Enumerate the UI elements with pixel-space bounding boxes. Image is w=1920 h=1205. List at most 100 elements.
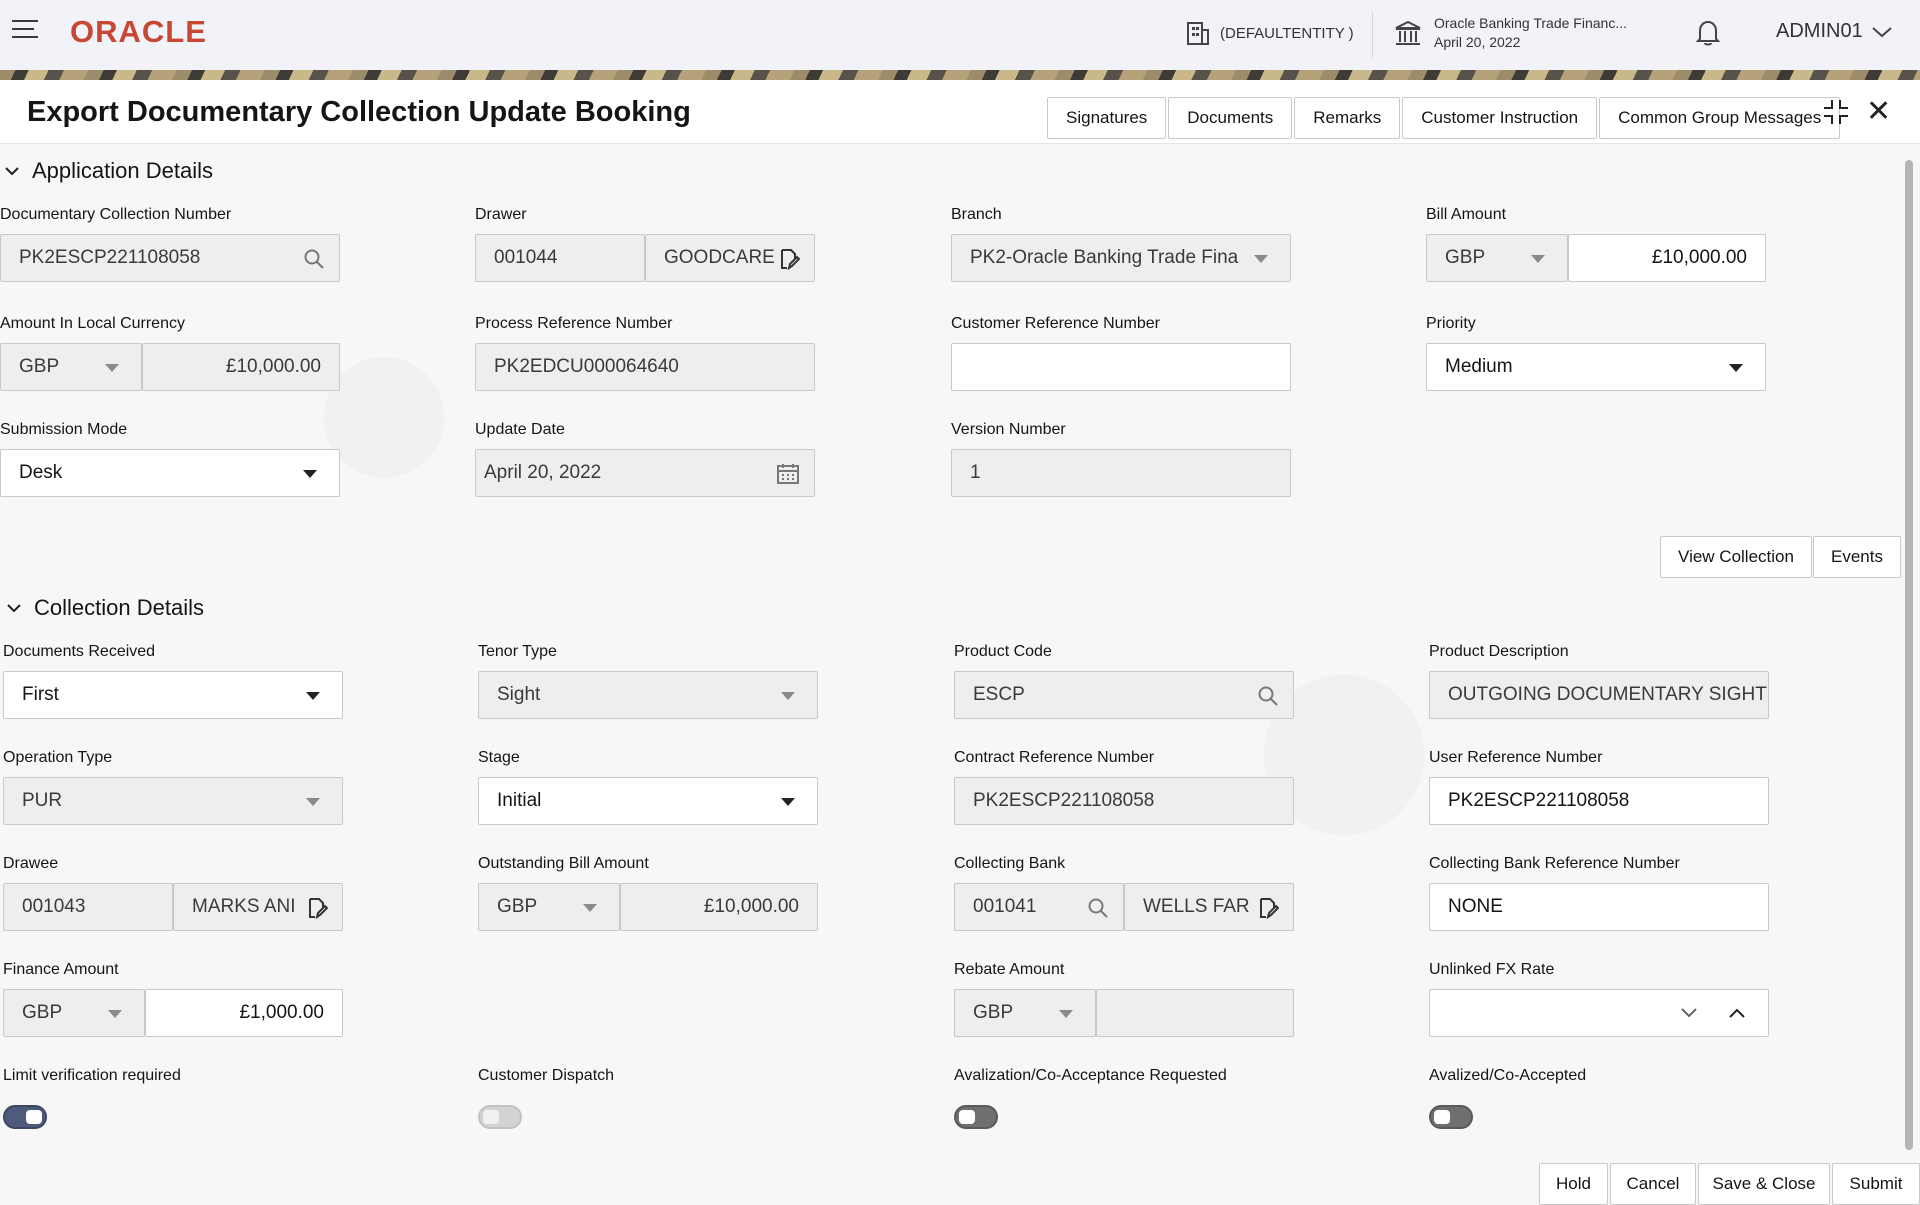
avalized-toggle[interactable]: [1429, 1105, 1473, 1129]
submit-button[interactable]: Submit: [1832, 1163, 1920, 1205]
drawee-name-input[interactable]: MARKS ANI: [173, 883, 343, 931]
events-button[interactable]: Events: [1813, 536, 1901, 578]
product-description-input[interactable]: OUTGOING DOCUMENTARY SIGHT: [1429, 671, 1769, 719]
save-close-button[interactable]: Save & Close: [1698, 1163, 1830, 1205]
label-avalization-requested: Avalization/Co-Acceptance Requested: [954, 1067, 1227, 1084]
rebate-amount-input[interactable]: [1096, 989, 1294, 1037]
amount-local-currency-select[interactable]: GBP: [0, 343, 142, 391]
update-date-input[interactable]: April 20, 2022: [475, 449, 815, 497]
process-ref-value: PK2EDCU000064640: [494, 356, 679, 377]
label-tenor-type: Tenor Type: [478, 643, 557, 660]
entity-selector[interactable]: (DEFAULTENTITY ): [1186, 20, 1354, 46]
page-title: Export Documentary Collection Update Boo…: [27, 96, 691, 128]
submission-mode-select[interactable]: Desk: [0, 449, 340, 497]
customer-ref-input[interactable]: [951, 343, 1291, 391]
tab-documents[interactable]: Documents: [1168, 97, 1293, 139]
bill-amount-currency-select[interactable]: GBP: [1426, 234, 1568, 282]
drawer-name-value: GOODCARE: [664, 247, 775, 268]
stage-select[interactable]: Initial: [478, 777, 818, 825]
collecting-bank-id-input[interactable]: 001041: [954, 883, 1124, 931]
label-outstanding-bill: Outstanding Bill Amount: [478, 855, 649, 872]
cancel-button[interactable]: Cancel: [1610, 1163, 1696, 1205]
label-branch: Branch: [951, 206, 1002, 223]
contract-ref-input[interactable]: PK2ESCP221108058: [954, 777, 1294, 825]
hold-button[interactable]: Hold: [1539, 1163, 1608, 1205]
bank-selector[interactable]: Oracle Banking Trade Financ... April 20,…: [1394, 14, 1627, 52]
chevron-down-icon[interactable]: [1680, 1006, 1698, 1020]
chevron-down-icon: [1872, 26, 1892, 37]
drawee-id-input[interactable]: 001043: [3, 883, 173, 931]
drawer-name-input[interactable]: GOODCARE: [645, 234, 815, 282]
application-details-header[interactable]: Application Details: [4, 158, 213, 184]
branch-select[interactable]: PK2-Oracle Banking Trade Fina: [951, 234, 1291, 282]
outstanding-bill-input[interactable]: £10,000.00: [620, 883, 818, 931]
bell-icon[interactable]: [1695, 19, 1721, 52]
search-icon[interactable]: [1257, 685, 1279, 707]
contract-ref-value: PK2ESCP221108058: [973, 790, 1155, 811]
search-icon[interactable]: [1087, 897, 1109, 919]
entity-label: (DEFAULTENTITY ): [1220, 24, 1354, 42]
priority-select[interactable]: Medium: [1426, 343, 1766, 391]
label-product-description: Product Description: [1429, 643, 1569, 660]
documents-received-select[interactable]: First: [3, 671, 343, 719]
chevron-up-icon[interactable]: [1728, 1006, 1746, 1020]
amount-local-currency: GBP: [19, 356, 60, 377]
bill-amount-input[interactable]: £10,000.00: [1568, 234, 1766, 282]
drawee-name-value: MARKS ANI: [192, 896, 296, 917]
limit-verification-toggle[interactable]: [3, 1105, 47, 1129]
caret-down-icon: [1059, 1010, 1073, 1018]
doc-collection-number-value: PK2ESCP221108058: [19, 247, 201, 268]
calendar-icon[interactable]: [776, 463, 800, 485]
main-page: Export Documentary Collection Update Boo…: [0, 80, 1920, 1205]
tab-remarks[interactable]: Remarks: [1294, 97, 1401, 139]
unlinked-fx-rate-input[interactable]: [1429, 989, 1769, 1037]
collecting-bank-id-value: 001041: [973, 896, 1037, 917]
doc-collection-number-input[interactable]: PK2ESCP221108058: [0, 234, 340, 282]
drawer-id-input[interactable]: 001044: [475, 234, 645, 282]
operation-type-select[interactable]: PUR: [3, 777, 343, 825]
user-ref-input[interactable]: PK2ESCP221108058: [1429, 777, 1769, 825]
update-date-value: April 20, 2022: [484, 462, 602, 483]
rebate-amount-currency-select[interactable]: GBP: [954, 989, 1096, 1037]
tab-signatures[interactable]: Signatures: [1047, 97, 1167, 139]
collecting-bank-ref-input[interactable]: NONE: [1429, 883, 1769, 931]
submission-mode-value: Desk: [19, 462, 63, 483]
edit-document-icon[interactable]: [1257, 897, 1279, 919]
minimize-icon[interactable]: [1822, 98, 1850, 126]
close-icon[interactable]: ✕: [1866, 97, 1891, 127]
finance-amount-currency-select[interactable]: GBP: [3, 989, 145, 1037]
view-collection-button[interactable]: View Collection: [1660, 536, 1812, 578]
label-stage: Stage: [478, 749, 520, 766]
top-header: ORACLE (DEFAULTENTITY ) Oracle Banking T…: [0, 0, 1920, 70]
caret-down-icon: [303, 470, 317, 478]
oracle-logo: ORACLE: [70, 14, 207, 49]
product-code-input[interactable]: ESCP: [954, 671, 1294, 719]
amount-local-input[interactable]: £10,000.00: [142, 343, 340, 391]
label-customer-ref: Customer Reference Number: [951, 315, 1160, 332]
branch-value: PK2-Oracle Banking Trade Fina: [970, 247, 1239, 268]
collection-details-header[interactable]: Collection Details: [6, 595, 204, 621]
version-number-input[interactable]: 1: [951, 449, 1291, 497]
tab-common-group-messages[interactable]: Common Group Messages: [1599, 97, 1841, 139]
label-bill-amount: Bill Amount: [1426, 206, 1507, 223]
collecting-bank-name-input[interactable]: WELLS FAR: [1124, 883, 1294, 931]
finance-amount-input[interactable]: £1,000.00: [145, 989, 343, 1037]
avalization-requested-toggle[interactable]: [954, 1105, 998, 1129]
search-icon[interactable]: [303, 248, 325, 270]
drawee-id-value: 001043: [22, 896, 86, 917]
tenor-type-select[interactable]: Sight: [478, 671, 818, 719]
process-ref-input[interactable]: PK2EDCU000064640: [475, 343, 815, 391]
tab-customer-instruction[interactable]: Customer Instruction: [1402, 97, 1598, 139]
edit-document-icon[interactable]: [778, 248, 800, 270]
outstanding-bill-currency-select[interactable]: GBP: [478, 883, 620, 931]
vertical-scrollbar[interactable]: [1902, 160, 1914, 1170]
label-collecting-bank-ref: Collecting Bank Reference Number: [1429, 855, 1680, 872]
priority-value: Medium: [1445, 356, 1513, 377]
user-menu[interactable]: ADMIN01: [1776, 20, 1893, 43]
label-version-number: Version Number: [951, 421, 1066, 438]
edit-document-icon[interactable]: [306, 897, 328, 919]
customer-dispatch-toggle[interactable]: [478, 1105, 522, 1129]
finance-amount-value: £1,000.00: [239, 1002, 324, 1023]
hamburger-menu-icon[interactable]: [12, 20, 40, 44]
scrollbar-thumb[interactable]: [1905, 160, 1913, 1150]
